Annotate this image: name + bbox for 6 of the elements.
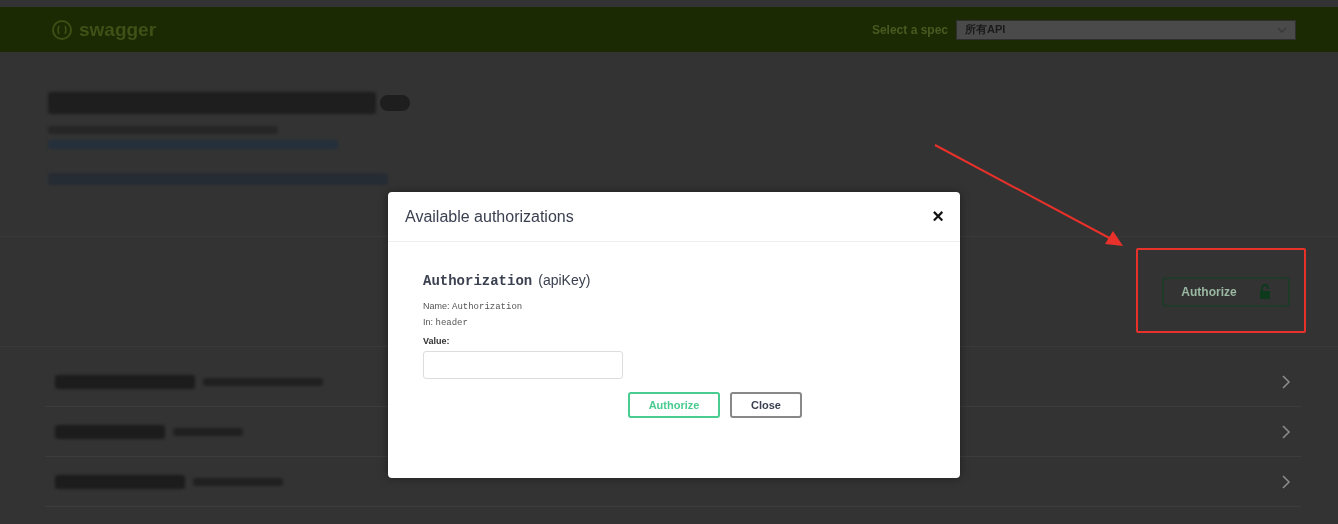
scheme-name: Authorization [423, 273, 533, 289]
name-line: Name: Authorization [423, 301, 524, 312]
value-label: Value: [423, 336, 451, 346]
scheme-type: (apiKey) [538, 272, 591, 288]
dialog-title: Available authorizations [405, 207, 574, 226]
in-line: In: header [423, 317, 469, 328]
